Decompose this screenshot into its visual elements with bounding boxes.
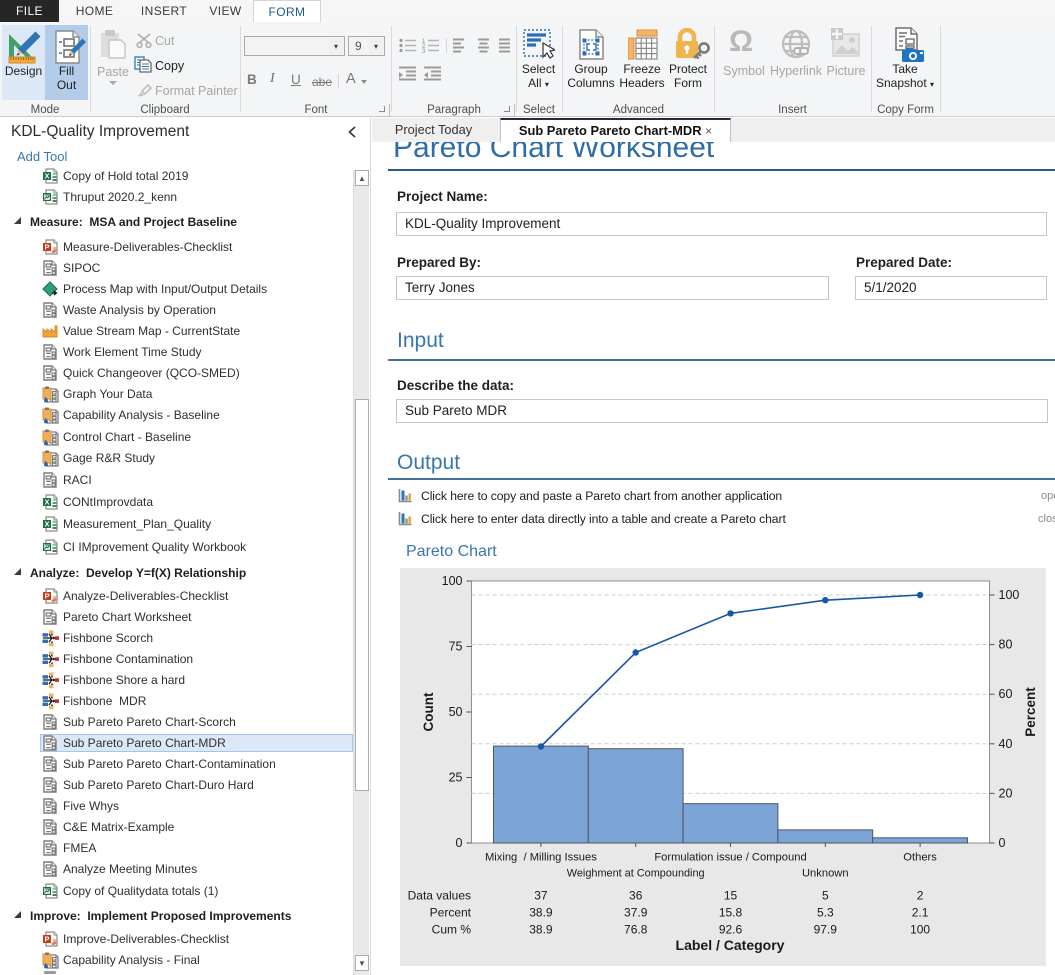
svg-text:20: 20	[999, 786, 1013, 800]
svg-text:Unknown: Unknown	[802, 868, 849, 880]
svg-text:3: 3	[422, 49, 426, 53]
svg-text:50: 50	[449, 705, 463, 719]
svg-text:Percent: Percent	[1023, 687, 1038, 737]
svg-text:15: 15	[724, 889, 738, 903]
svg-text:38.9: 38.9	[529, 906, 553, 920]
svg-text:60: 60	[999, 687, 1013, 701]
svg-text:Data values: Data values	[408, 889, 471, 903]
svg-text:37: 37	[534, 889, 548, 903]
svg-text:76.8: 76.8	[624, 923, 648, 937]
svg-text:36: 36	[629, 889, 643, 903]
svg-text:Others: Others	[903, 852, 937, 864]
svg-text:Cum %: Cum %	[432, 923, 472, 937]
svg-text:Percent: Percent	[430, 906, 472, 920]
svg-text:80: 80	[999, 638, 1013, 652]
svg-text:0: 0	[999, 836, 1006, 850]
svg-text:40: 40	[999, 737, 1013, 751]
svg-text:25: 25	[449, 771, 463, 785]
svg-text:37.9: 37.9	[624, 906, 648, 920]
svg-text:0: 0	[456, 836, 463, 850]
svg-text:Weighment at Compounding: Weighment at Compounding	[567, 868, 705, 880]
svg-text:Label / Category: Label / Category	[676, 937, 785, 953]
svg-text:38.9: 38.9	[529, 923, 553, 937]
svg-text:Count: Count	[421, 692, 436, 731]
svg-text:2: 2	[917, 889, 924, 903]
svg-text:100: 100	[442, 574, 463, 588]
svg-text:Mixing / Milling Issues: Mixing / Milling Issues	[485, 852, 597, 864]
svg-text:5: 5	[822, 889, 829, 903]
svg-text:5.3: 5.3	[817, 906, 834, 920]
svg-text:75: 75	[449, 640, 463, 654]
svg-text:92.6: 92.6	[719, 923, 743, 937]
svg-text:15.8: 15.8	[719, 906, 743, 920]
svg-text:97.9: 97.9	[814, 923, 838, 937]
svg-text:100: 100	[910, 923, 930, 937]
svg-text:2.1: 2.1	[912, 906, 929, 920]
svg-text:100: 100	[999, 588, 1020, 602]
svg-text:Formulation issue / Compound: Formulation issue / Compound	[654, 852, 806, 864]
